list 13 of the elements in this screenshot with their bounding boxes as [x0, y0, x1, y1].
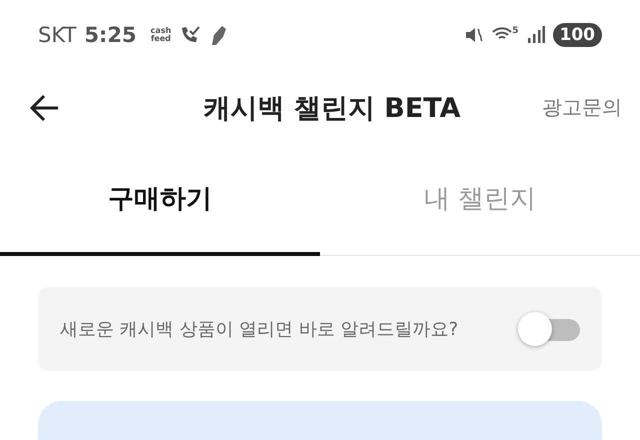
tab[interactable]: 내 챌린지	[320, 145, 640, 256]
mute-icon	[464, 25, 484, 45]
page-title: 캐시백 챌린지 BETA	[202, 92, 462, 126]
ad-inquiry-link[interactable]: 광고문의	[542, 94, 622, 121]
toggle-switch[interactable]	[518, 311, 580, 347]
network-type: 5	[512, 26, 518, 36]
signal-icon	[526, 26, 544, 44]
battery-level: 100	[552, 23, 602, 47]
clock: 5:25	[84, 23, 137, 47]
tab[interactable]: 구매하기	[0, 145, 320, 256]
notice-text: 새로운 캐시백 상품이 열리면 바로 알려드릴까요?	[60, 318, 460, 341]
app-badge-label: cash feed	[150, 27, 172, 43]
carrier-name: SKT	[38, 23, 76, 47]
